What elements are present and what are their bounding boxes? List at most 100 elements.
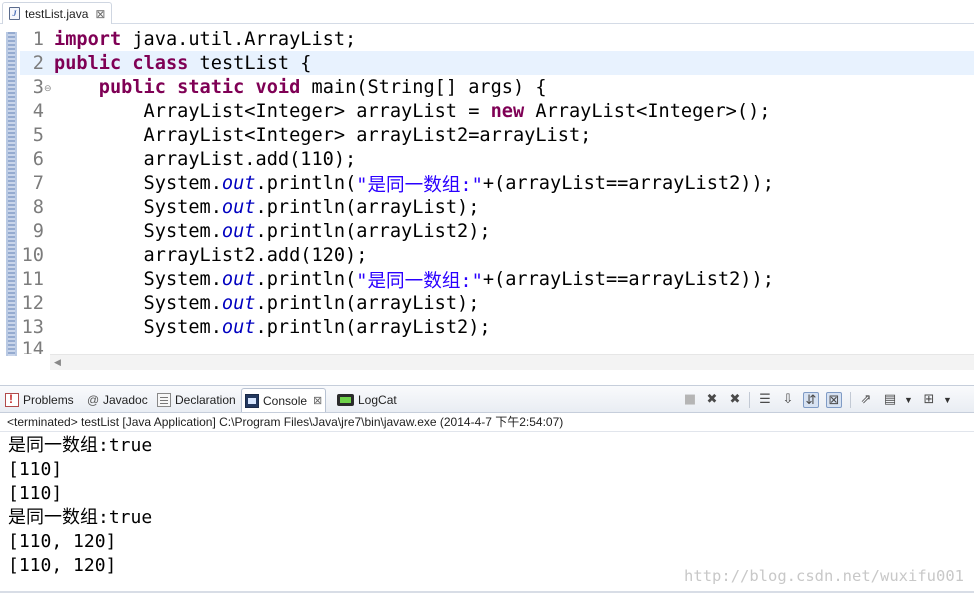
code-text: +(arrayList==arrayList2)); bbox=[482, 268, 774, 290]
open-console-icon[interactable]: ⇗ bbox=[858, 392, 874, 408]
editor-tab-testlist[interactable]: J testList.java ⊠ bbox=[2, 2, 112, 24]
console-line: 是同一数组:true bbox=[8, 435, 153, 456]
code-text: System. bbox=[54, 220, 222, 242]
code-text: arrayList2); bbox=[356, 220, 491, 242]
editor-tab-title: testList.java bbox=[25, 6, 89, 21]
new-console-icon[interactable]: ⊞ bbox=[921, 392, 937, 408]
display-selected-console-icon[interactable]: ▤ bbox=[882, 392, 898, 408]
word-wrap-icon[interactable]: ⊠ bbox=[826, 392, 842, 408]
tab-declaration[interactable]: Declaration bbox=[154, 388, 239, 412]
tab-logcat[interactable]: LogCat bbox=[334, 388, 400, 412]
line-number: 11 bbox=[21, 268, 44, 290]
tab-javadoc[interactable]: @ Javadoc bbox=[84, 388, 151, 412]
line-number: 2 bbox=[32, 52, 44, 74]
horizontal-scrollbar[interactable]: ◀ bbox=[50, 354, 974, 370]
code-text: .println( bbox=[255, 172, 357, 194]
keyword: public bbox=[54, 52, 122, 74]
remove-launch-icon[interactable]: ✖ bbox=[704, 392, 720, 408]
tab-problems[interactable]: Problems bbox=[2, 388, 77, 412]
keyword: static bbox=[177, 76, 245, 98]
code-text: System. bbox=[54, 268, 222, 290]
code-line: 4 ArrayList<Integer> arrayList = new Arr… bbox=[20, 99, 771, 123]
line-number: 3 bbox=[32, 76, 44, 98]
code-text: .println( bbox=[255, 316, 357, 338]
console-line: 是同一数组:true bbox=[8, 507, 153, 528]
keyword: class bbox=[132, 52, 189, 74]
close-icon[interactable]: ⊠ bbox=[313, 394, 322, 407]
line-number: 7 bbox=[32, 172, 44, 194]
declaration-icon bbox=[157, 393, 171, 407]
views-tab-bar: Problems @ Javadoc Declaration Console ⊠… bbox=[0, 385, 974, 413]
toolbar-separator bbox=[749, 392, 750, 408]
tab-label: LogCat bbox=[358, 393, 397, 407]
code-text: +(arrayList==arrayList2)); bbox=[482, 172, 774, 194]
line-number: 13 bbox=[21, 316, 44, 338]
clear-console-icon[interactable]: ☰ bbox=[757, 392, 773, 408]
code-line: 14 bbox=[20, 339, 54, 354]
console-line: [110] bbox=[8, 483, 63, 504]
code-line: 11 System. out .println("是同一数组:" +(arrayLis… bbox=[20, 267, 774, 292]
tab-label: Console bbox=[263, 393, 308, 408]
scroll-lock-icon[interactable]: ⇩ bbox=[780, 392, 796, 408]
code-text: .println( bbox=[255, 196, 357, 218]
tab-label: Declaration bbox=[175, 393, 236, 407]
string-literal: "是同一数组:" bbox=[356, 270, 483, 292]
code-line: 10 arrayList2.add(120); bbox=[20, 243, 368, 267]
code-line: 7 System. out .println("是同一数组:" +(arrayList… bbox=[20, 171, 774, 196]
code-text: ArrayList<Integer> arrayList = bbox=[54, 100, 491, 122]
console-status-header: <terminated> testList [Java Application]… bbox=[0, 413, 974, 432]
editor-tab-bar: J testList.java ⊠ bbox=[0, 0, 974, 24]
remove-all-terminated-icon[interactable]: ✖ bbox=[727, 392, 743, 408]
field: out bbox=[221, 292, 256, 314]
code-text: System. bbox=[54, 316, 222, 338]
field: out bbox=[221, 268, 256, 290]
field: out bbox=[221, 172, 256, 194]
toolbar-separator bbox=[850, 392, 851, 408]
code-line: 3 ⊖ public static void main(String[] args… bbox=[20, 75, 547, 99]
javadoc-icon: @ bbox=[87, 393, 100, 407]
console-line: [110, 120] bbox=[8, 531, 117, 552]
keyword: import bbox=[54, 28, 122, 50]
code-line: 6 arrayList.add(110); bbox=[20, 147, 356, 171]
java-file-icon: J bbox=[9, 7, 20, 20]
code-line: 5 ArrayList<Integer> arrayList2=arrayLis… bbox=[20, 123, 592, 147]
code-text: System. bbox=[54, 292, 222, 314]
code-line: 9 System. out .println(arrayList2); bbox=[20, 219, 491, 243]
line-number: 1 bbox=[32, 28, 44, 50]
chevron-down-icon[interactable]: ▼ bbox=[904, 392, 913, 408]
code-text: .println( bbox=[255, 292, 357, 314]
code-text: ArrayList<Integer>(); bbox=[524, 100, 771, 122]
code-editor[interactable]: 1 import java.util.ArrayList; 2 public cla… bbox=[0, 24, 974, 370]
code-line: 8 System. out .println(arrayList); bbox=[20, 195, 480, 219]
code-text: arrayList); bbox=[356, 196, 480, 218]
change-ruler bbox=[6, 32, 17, 356]
watermark: http://blog.csdn.net/wuxifu001 bbox=[684, 567, 964, 585]
tab-console[interactable]: Console ⊠ bbox=[241, 388, 327, 412]
line-number: 6 bbox=[32, 148, 44, 170]
code-line: 2 public class testList { bbox=[20, 51, 312, 75]
code-line: 13 System. out .println(arrayList2); bbox=[20, 315, 491, 339]
tab-label: Javadoc bbox=[103, 393, 148, 407]
line-number: 12 bbox=[21, 292, 44, 314]
code-text: .println( bbox=[255, 220, 357, 242]
code-text: arrayList2.add(120); bbox=[54, 244, 368, 266]
terminate-icon[interactable]: ■ bbox=[682, 392, 698, 408]
field: out bbox=[221, 220, 256, 242]
code-text: testList { bbox=[188, 52, 312, 74]
chevron-down-icon[interactable]: ▼ bbox=[943, 392, 952, 408]
pin-console-icon[interactable]: ⇵ bbox=[803, 392, 819, 408]
code-text: java.util.ArrayList; bbox=[121, 28, 357, 50]
tab-label: Problems bbox=[23, 393, 74, 407]
scroll-left-icon[interactable]: ◀ bbox=[54, 357, 61, 368]
field: out bbox=[221, 196, 256, 218]
logcat-icon bbox=[337, 394, 354, 406]
line-number: 8 bbox=[32, 196, 44, 218]
line-number: 14 bbox=[21, 339, 44, 354]
console-icon bbox=[245, 393, 259, 408]
code-line: 1 import java.util.ArrayList; bbox=[20, 27, 356, 51]
close-icon[interactable]: ⊠ bbox=[95, 7, 105, 21]
console-output[interactable]: 是同一数组:true [110] [110] 是同一数组:true [110, … bbox=[0, 432, 974, 597]
line-number: 9 bbox=[32, 220, 44, 242]
fold-toggle-icon[interactable]: ⊖ bbox=[44, 84, 52, 94]
